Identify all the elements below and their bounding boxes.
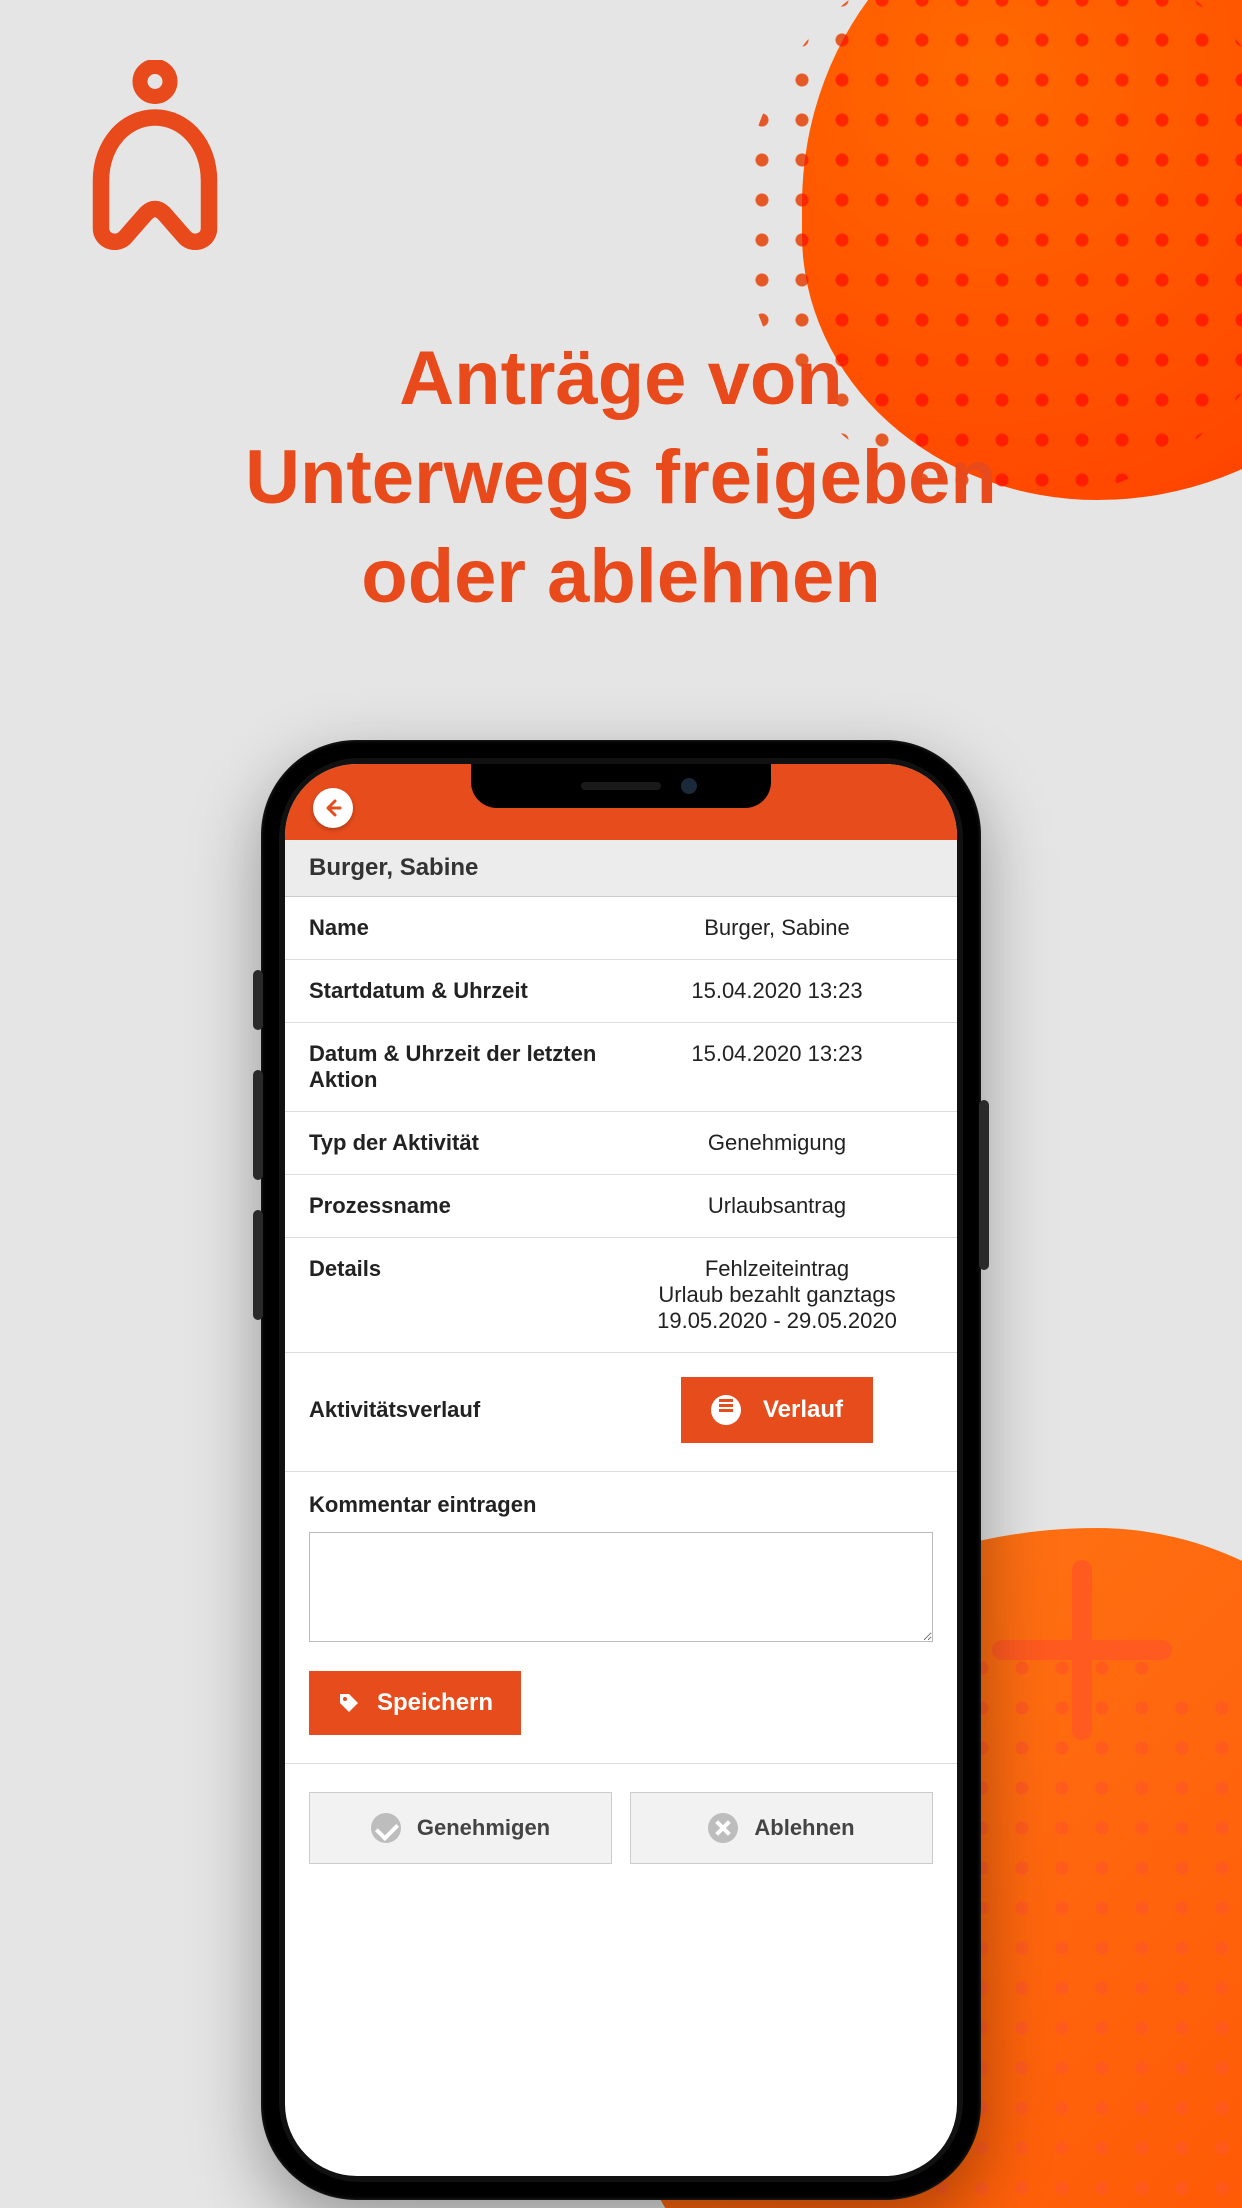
- person-header: Burger, Sabine: [285, 840, 957, 897]
- headline-line2: Unterwegs freigeben: [100, 429, 1142, 528]
- row-last-action: Datum & Uhrzeit der letzten Aktion 15.04…: [285, 1023, 957, 1112]
- tag-icon: [337, 1691, 361, 1715]
- row-value: Burger, Sabine: [621, 915, 933, 941]
- action-row: Genehmigen Ablehnen: [285, 1764, 957, 1892]
- row-label: Details: [309, 1256, 621, 1282]
- phone-side-button: [253, 1070, 263, 1180]
- arrow-left-icon: [323, 798, 343, 818]
- approve-button[interactable]: Genehmigen: [309, 1792, 612, 1864]
- row-value: Fehlzeiteintrag Urlaub bezahlt ganztags …: [621, 1256, 933, 1334]
- phone-side-button: [253, 970, 263, 1030]
- row-label: Name: [309, 915, 621, 941]
- comment-section: Kommentar eintragen Speichern: [285, 1472, 957, 1764]
- phone-side-button: [979, 1100, 989, 1270]
- comment-input[interactable]: [309, 1532, 933, 1642]
- phone-screen: Burger, Sabine Name Burger, Sabine Start…: [285, 764, 957, 2176]
- headline: Anträge von Unterwegs freigeben oder abl…: [0, 330, 1242, 626]
- row-name: Name Burger, Sabine: [285, 897, 957, 960]
- row-activity-log: Aktivitätsverlauf Verlauf: [285, 1353, 957, 1472]
- row-label: Prozessname: [309, 1193, 621, 1219]
- save-button[interactable]: Speichern: [309, 1671, 521, 1735]
- row-details: Details Fehlzeiteintrag Urlaub bezahlt g…: [285, 1238, 957, 1353]
- details-line: Fehlzeiteintrag: [621, 1256, 933, 1282]
- row-value: Genehmigung: [621, 1130, 933, 1156]
- row-value: 15.04.2020 13:23: [621, 1041, 933, 1067]
- phone-frame: Burger, Sabine Name Burger, Sabine Start…: [261, 740, 981, 2200]
- plus-icon: [992, 1560, 1172, 1740]
- brand-logo: [80, 60, 230, 255]
- history-button[interactable]: Verlauf: [681, 1377, 873, 1443]
- row-start: Startdatum & Uhrzeit 15.04.2020 13:23: [285, 960, 957, 1023]
- row-value: 15.04.2020 13:23: [621, 978, 933, 1004]
- cross-circle-icon: [708, 1813, 738, 1843]
- details-line: 19.05.2020 - 29.05.2020: [621, 1308, 933, 1334]
- reject-button-label: Ablehnen: [754, 1815, 854, 1841]
- phone-side-button: [253, 1210, 263, 1320]
- phone-notch: [471, 764, 771, 808]
- list-icon: [711, 1395, 741, 1425]
- row-label: Aktivitätsverlauf: [309, 1397, 621, 1423]
- check-circle-icon: [371, 1813, 401, 1843]
- row-activity-type: Typ der Aktivität Genehmigung: [285, 1112, 957, 1175]
- reject-button[interactable]: Ablehnen: [630, 1792, 933, 1864]
- row-label: Startdatum & Uhrzeit: [309, 978, 621, 1004]
- row-label: Datum & Uhrzeit der letzten Aktion: [309, 1041, 621, 1093]
- row-label: Typ der Aktivität: [309, 1130, 621, 1156]
- save-button-label: Speichern: [377, 1689, 493, 1717]
- headline-line3: oder ablehnen: [100, 528, 1142, 627]
- row-value: Verlauf: [621, 1377, 933, 1443]
- row-process-name: Prozessname Urlaubsantrag: [285, 1175, 957, 1238]
- details-line: Urlaub bezahlt ganztags: [621, 1282, 933, 1308]
- history-button-label: Verlauf: [763, 1396, 843, 1424]
- headline-line1: Anträge von: [100, 330, 1142, 429]
- approve-button-label: Genehmigen: [417, 1815, 550, 1841]
- comment-label: Kommentar eintragen: [309, 1492, 933, 1518]
- back-button[interactable]: [313, 788, 353, 828]
- row-value: Urlaubsantrag: [621, 1193, 933, 1219]
